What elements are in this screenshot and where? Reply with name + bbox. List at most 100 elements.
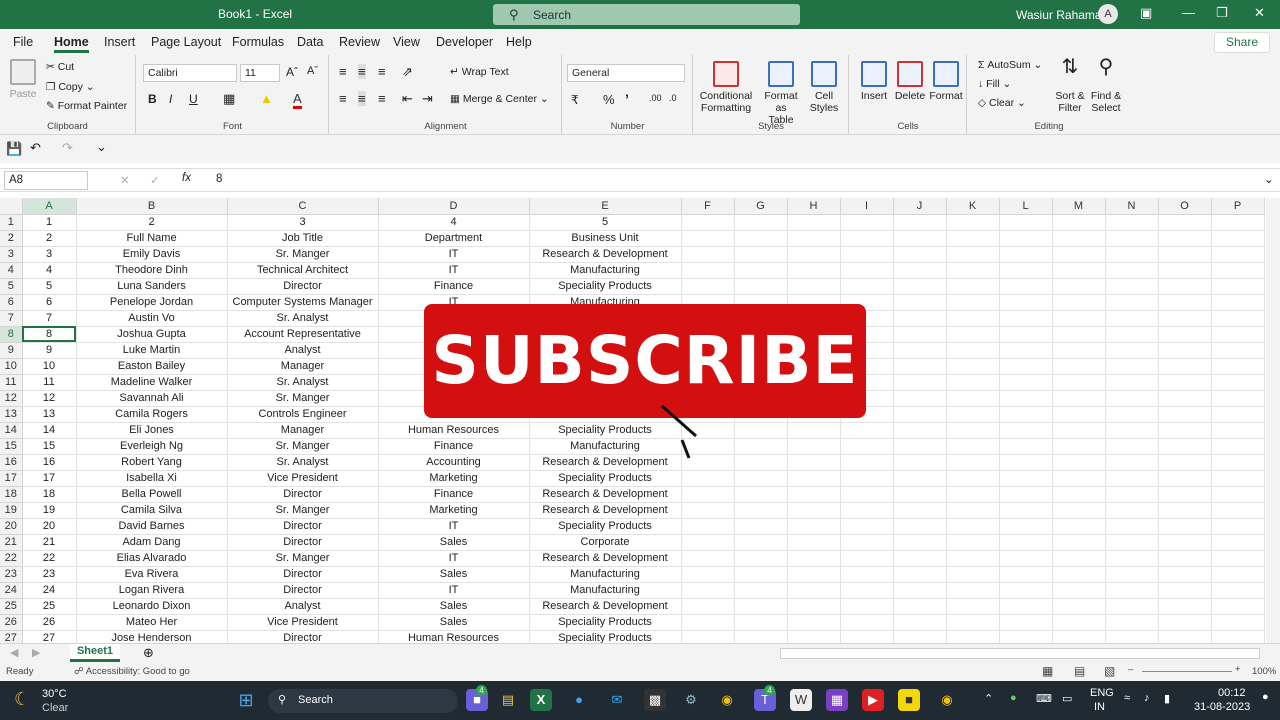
cell[interactable]: 18 (22, 486, 77, 503)
mail-icon[interactable]: ✉ (606, 689, 628, 711)
cell[interactable] (946, 326, 1000, 343)
cell[interactable] (1105, 486, 1159, 503)
column-header[interactable]: E (529, 198, 682, 215)
cell[interactable] (734, 262, 788, 279)
cell[interactable]: Camila Silva (76, 502, 228, 519)
cell[interactable] (893, 614, 947, 631)
column-header[interactable]: F (681, 198, 735, 215)
underline-icon[interactable]: U (189, 92, 198, 106)
cell[interactable]: Research & Development (529, 598, 682, 615)
cell[interactable] (734, 438, 788, 455)
cell[interactable] (1105, 470, 1159, 487)
cell[interactable]: 5 (529, 214, 682, 231)
cell[interactable]: Eli Jones (76, 422, 228, 439)
cell[interactable] (946, 598, 1000, 615)
sort-filter-button[interactable]: ⇅ Sort & Filter (1052, 57, 1088, 114)
cell[interactable] (999, 390, 1053, 407)
cell[interactable] (734, 582, 788, 599)
cell[interactable] (1105, 438, 1159, 455)
cell[interactable] (946, 518, 1000, 535)
cell[interactable] (946, 614, 1000, 631)
wordpress-icon[interactable]: W (790, 689, 812, 711)
align-left-icon[interactable]: ≡ (339, 91, 347, 106)
cell[interactable] (1158, 406, 1212, 423)
cell[interactable]: Luke Martin (76, 342, 228, 359)
wifi-icon[interactable]: ≈ (1124, 692, 1130, 704)
cell[interactable] (1105, 566, 1159, 583)
row-header[interactable]: 3 (0, 246, 23, 263)
horizontal-scrollbar[interactable] (780, 648, 1260, 659)
row-header[interactable]: 6 (0, 294, 23, 311)
cell[interactable] (893, 326, 947, 343)
align-right-icon[interactable]: ≡ (378, 91, 386, 106)
cell[interactable]: 20 (22, 518, 77, 535)
cell[interactable]: 4 (378, 214, 530, 231)
cell[interactable]: Full Name (76, 230, 228, 247)
cell[interactable] (1211, 614, 1265, 631)
cell[interactable] (1211, 374, 1265, 391)
cell[interactable]: 26 (22, 614, 77, 631)
row-header[interactable]: 2 (0, 230, 23, 247)
cell[interactable] (1211, 438, 1265, 455)
row-header[interactable]: 12 (0, 390, 23, 407)
cell[interactable]: Research & Development (529, 502, 682, 519)
cell[interactable] (1158, 358, 1212, 375)
cell[interactable] (1158, 598, 1212, 615)
cell[interactable] (734, 566, 788, 583)
cell[interactable] (893, 342, 947, 359)
tab-file[interactable]: File (13, 35, 33, 49)
cell[interactable]: Sr. Manger (227, 390, 379, 407)
chrome-profile-icon[interactable]: ◉ (936, 689, 958, 711)
column-header[interactable]: L (999, 198, 1053, 215)
tab-data[interactable]: Data (297, 35, 323, 49)
cell[interactable]: Speciality Products (529, 278, 682, 295)
cell[interactable] (999, 406, 1053, 423)
column-header[interactable]: I (840, 198, 894, 215)
cell[interactable]: David Barnes (76, 518, 228, 535)
cell[interactable] (1052, 438, 1106, 455)
ribbon-display-icon[interactable]: ▣ (1140, 5, 1152, 21)
battery-icon[interactable]: ▮ (1164, 692, 1170, 705)
cell[interactable] (1052, 550, 1106, 567)
cell[interactable] (1052, 486, 1106, 503)
cell[interactable] (681, 214, 735, 231)
column-header[interactable]: D (378, 198, 530, 215)
cell[interactable]: 10 (22, 358, 77, 375)
cell[interactable] (893, 534, 947, 551)
align-middle-icon[interactable]: ≡ (358, 64, 366, 79)
cell[interactable] (1158, 374, 1212, 391)
redo-icon[interactable]: ↷ (62, 140, 73, 156)
cell[interactable] (1158, 278, 1212, 295)
media-icon[interactable]: ▦ (826, 689, 848, 711)
cell[interactable] (681, 550, 735, 567)
microphone-icon[interactable]: ● (1010, 692, 1017, 704)
cell[interactable] (1105, 310, 1159, 327)
cell[interactable] (1211, 566, 1265, 583)
cell[interactable] (1105, 326, 1159, 343)
column-header[interactable]: A (22, 198, 77, 215)
cell[interactable]: Sales (378, 534, 530, 551)
cell[interactable] (946, 310, 1000, 327)
add-sheet-icon[interactable]: ⊕ (143, 645, 154, 661)
tab-help[interactable]: Help (506, 35, 532, 49)
cell[interactable]: Human Resources (378, 422, 530, 439)
cell[interactable] (787, 438, 841, 455)
cell[interactable]: Camila Rogers (76, 406, 228, 423)
cell[interactable] (1105, 294, 1159, 311)
cell[interactable] (1105, 214, 1159, 231)
cell[interactable]: Accounting (378, 454, 530, 471)
cell[interactable]: Marketing (378, 470, 530, 487)
worksheet-grid[interactable]: A B C D E F G H I J K L M N O P 11234522… (0, 198, 1266, 645)
cell[interactable]: Sr. Analyst (227, 374, 379, 391)
cell[interactable]: Job Title (227, 230, 379, 247)
cell[interactable] (1211, 326, 1265, 343)
cell[interactable] (1052, 278, 1106, 295)
cell[interactable]: Sr. Manger (227, 502, 379, 519)
column-header[interactable]: K (946, 198, 1000, 215)
cell[interactable] (787, 534, 841, 551)
copy-button[interactable]: ❐ Copy ⌄ (46, 81, 95, 93)
cell[interactable] (681, 598, 735, 615)
cell[interactable] (787, 230, 841, 247)
cell[interactable] (1211, 214, 1265, 231)
cell[interactable] (1211, 486, 1265, 503)
